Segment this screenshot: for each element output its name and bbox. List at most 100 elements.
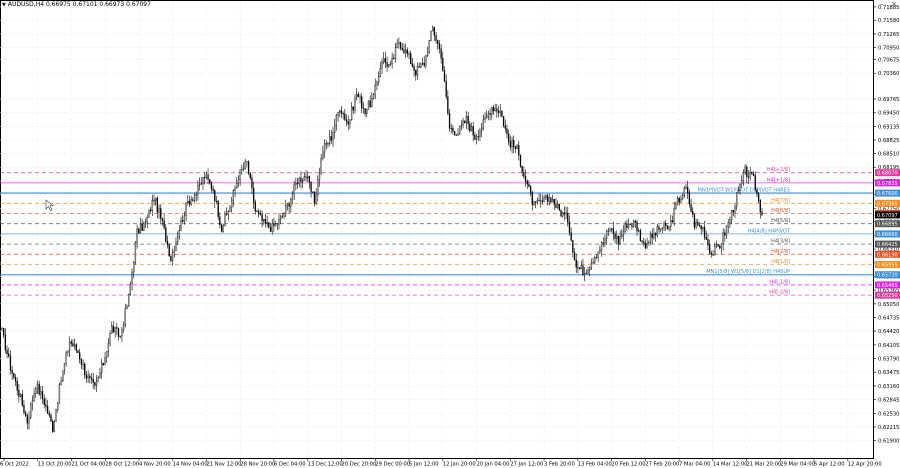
candle-body <box>600 242 603 251</box>
candle-body <box>276 223 278 225</box>
candle-body <box>171 252 174 262</box>
candle-body <box>761 211 763 215</box>
x-tick-label: 20 Dec 20:00 <box>342 462 377 468</box>
candle-body <box>1 328 3 330</box>
candle-body <box>629 223 631 225</box>
x-tick-label: 4 Nov 20:00 <box>139 462 171 468</box>
candle-body <box>445 80 447 97</box>
candle-body <box>511 139 513 148</box>
candle-body <box>124 308 126 326</box>
y-tick-label: 0.65050 <box>878 302 899 308</box>
level-label: H4[4/8] H4PIVOT <box>748 228 791 234</box>
candle-body <box>565 212 567 215</box>
candle-body <box>170 255 172 262</box>
candle-body <box>469 123 471 131</box>
candle-body <box>626 223 628 228</box>
candle-body <box>242 168 245 170</box>
candle-body <box>129 283 132 295</box>
candle-body <box>710 252 712 255</box>
candle-body <box>727 222 729 227</box>
candle-body <box>229 207 231 212</box>
candle-body <box>437 40 439 44</box>
candle-body <box>173 250 175 253</box>
candle-body <box>212 188 214 191</box>
level-price-label: 0.65485 <box>877 283 898 289</box>
candle-body <box>680 198 682 203</box>
candle-body <box>415 70 417 76</box>
y-tick-label: 0.69450 <box>878 111 899 117</box>
candle-body <box>644 243 647 249</box>
candle-body <box>533 201 535 205</box>
candle-body <box>467 116 469 124</box>
candle-body <box>146 217 148 223</box>
candle-body <box>535 201 537 203</box>
candle-body <box>656 226 658 236</box>
candle-body <box>741 180 743 185</box>
candle-body <box>742 172 745 181</box>
candle-body <box>347 121 349 125</box>
level-price-label: 0.65250 <box>877 293 898 299</box>
candle-body <box>100 362 103 374</box>
candle-body <box>747 176 750 178</box>
candle-body <box>126 305 128 309</box>
level-price-label: 0.66425 <box>877 242 898 248</box>
candle-body <box>502 116 505 127</box>
candle-body <box>418 66 420 68</box>
candle-body <box>383 58 385 62</box>
candle-body <box>433 27 436 36</box>
candle-body <box>30 403 32 418</box>
candle-body <box>518 145 520 156</box>
y-tick-label: 0.64105 <box>878 343 899 349</box>
y-tick-label: 0.71885 <box>878 5 899 11</box>
y-tick-label: 0.69765 <box>878 97 899 103</box>
candle-body <box>222 225 224 232</box>
candle-body <box>41 391 44 400</box>
candle-body <box>651 233 653 238</box>
candle-body <box>4 334 7 351</box>
candle-body <box>77 350 79 353</box>
candle-body <box>283 213 285 217</box>
candle-body <box>121 329 123 337</box>
candle-body <box>528 183 530 187</box>
candle-body <box>413 66 415 71</box>
candle-body <box>16 381 18 391</box>
level-price-label: 0.66190 <box>877 252 898 258</box>
candle-body <box>545 195 547 198</box>
level-label: MN1PIVOT W1PIVOT D1PIVOT H4RES <box>698 188 790 194</box>
candle-body <box>344 113 346 120</box>
level-price-label: 0.67835 <box>877 181 898 187</box>
candle-body <box>371 98 373 107</box>
candle-body <box>389 63 392 65</box>
y-tick-label: 0.68825 <box>878 138 899 144</box>
y-tick-label: 0.69135 <box>878 124 899 130</box>
price-chart[interactable]: 0.71885 0.71580 0.71265 0.70950 0.70675 0.703… <box>0 0 900 468</box>
candle-body <box>455 134 457 136</box>
x-tick-label: 13 Feb 04:00 <box>578 462 612 468</box>
candle-body <box>293 184 295 195</box>
candle-body <box>57 403 59 410</box>
candle-body <box>176 236 179 243</box>
candle-body <box>631 224 633 227</box>
candle-body <box>315 194 317 204</box>
candle-body <box>141 223 143 231</box>
candle-body <box>465 116 468 124</box>
level-label: H4[3/8] <box>771 239 790 245</box>
candle-body <box>320 158 322 174</box>
candle-body <box>73 344 76 347</box>
candle-body <box>328 136 331 144</box>
candle-body <box>480 127 483 131</box>
candle-body <box>543 197 545 202</box>
candle-body <box>239 169 241 181</box>
candle-body <box>252 187 255 203</box>
candle-body <box>698 224 701 226</box>
candle-body <box>258 211 260 214</box>
candle-body <box>536 199 539 203</box>
candle-body <box>313 191 316 204</box>
candle-body <box>673 208 675 223</box>
candle-body <box>94 382 96 386</box>
x-tick-label: 6 Oct 2022 <box>0 462 29 468</box>
candle-body <box>180 220 182 231</box>
candle-body <box>24 412 27 416</box>
x-tick-label: 27 Feb 20:00 <box>645 462 679 468</box>
candle-body <box>224 214 226 227</box>
